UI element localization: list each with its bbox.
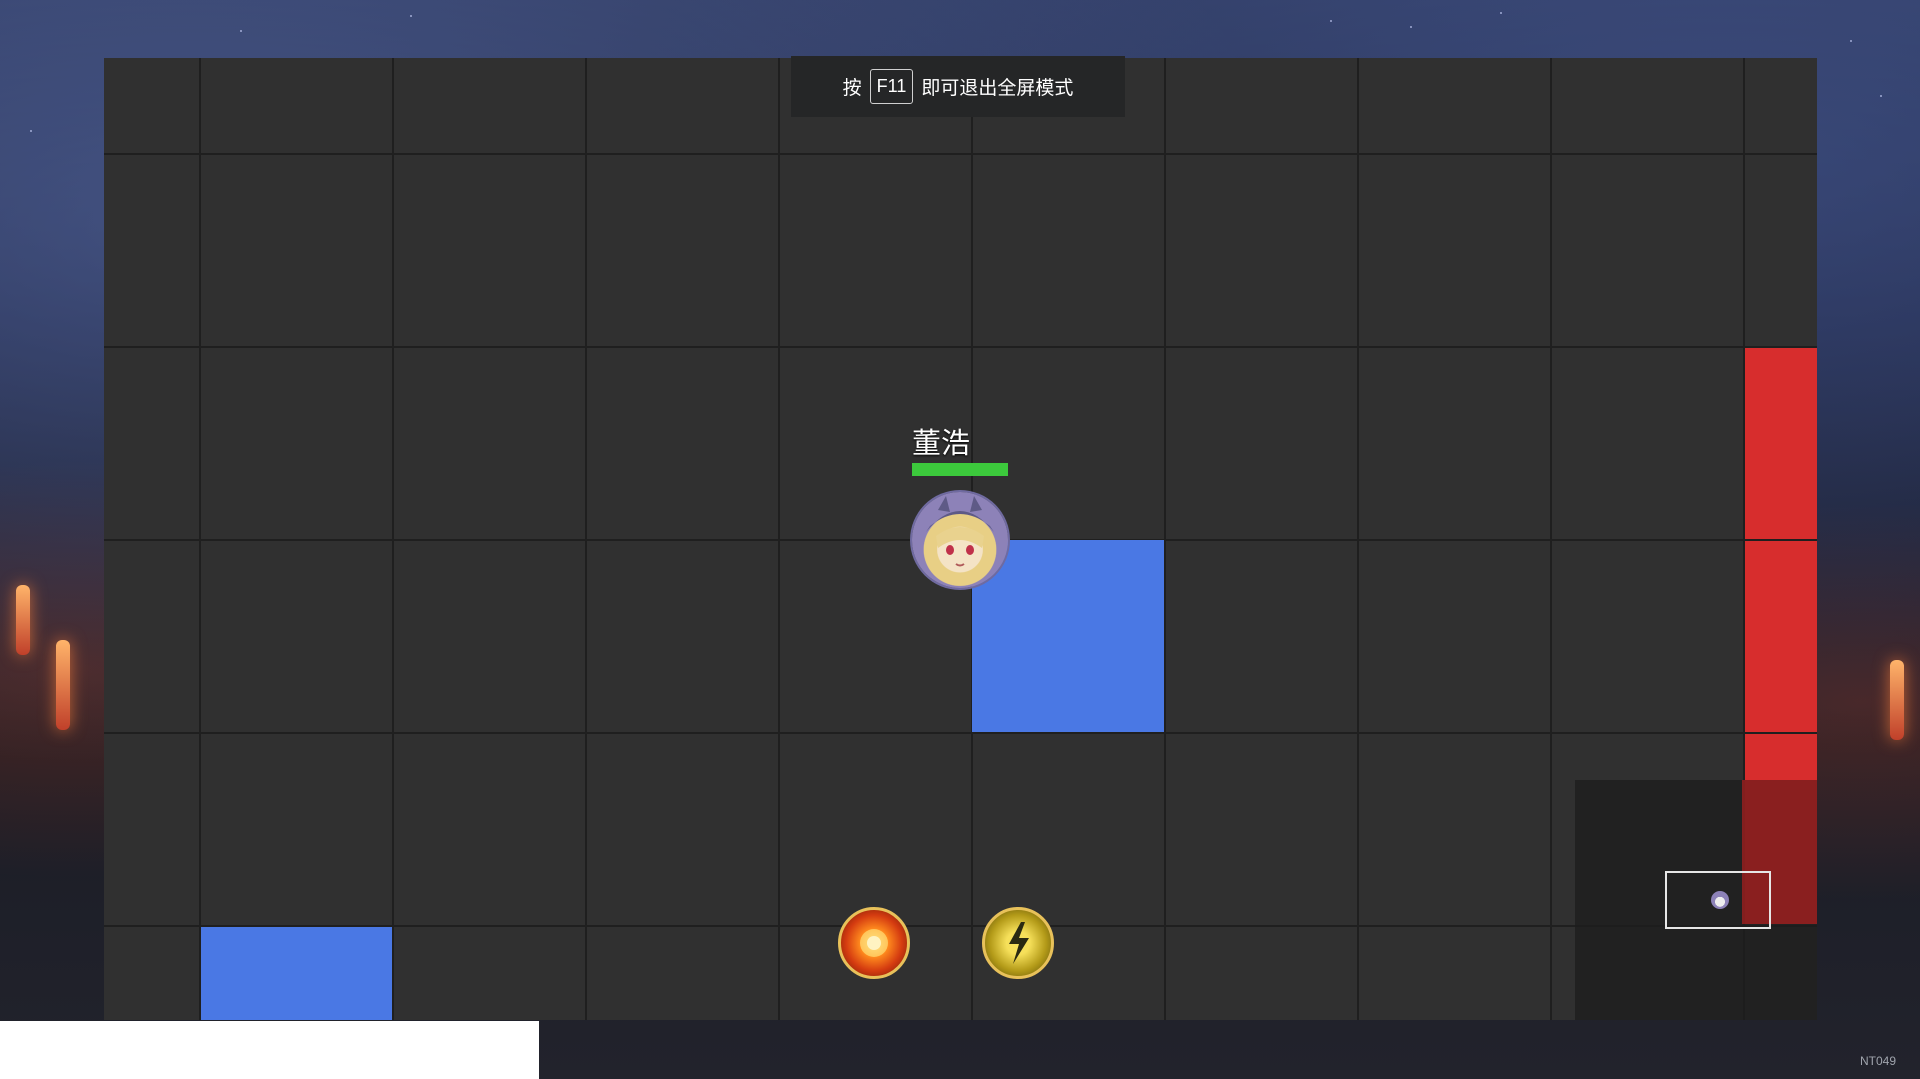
minimap-viewport-frame bbox=[1665, 871, 1771, 929]
blank-panel bbox=[0, 1021, 539, 1079]
fireball-icon bbox=[860, 929, 888, 957]
fireball-skill-button[interactable] bbox=[838, 907, 910, 979]
f11-key: F11 bbox=[869, 69, 914, 104]
player-health-bar bbox=[912, 463, 1008, 476]
player-avatar[interactable] bbox=[912, 492, 1008, 588]
player-health-fill bbox=[912, 463, 1008, 476]
fullscreen-exit-hint: 按 F11 即可退出全屏模式 bbox=[791, 56, 1125, 117]
lantern-decoration bbox=[16, 585, 30, 655]
lightning-skill-button[interactable] bbox=[982, 907, 1054, 979]
player-marker-icon bbox=[1711, 891, 1729, 909]
lightning-icon bbox=[1009, 922, 1029, 964]
player-name: 董浩 bbox=[912, 426, 971, 460]
lantern-decoration bbox=[56, 640, 70, 730]
hint-suffix: 即可退出全屏模式 bbox=[921, 77, 1074, 99]
corner-label: NT049 bbox=[1860, 1054, 1897, 1068]
blue-tile bbox=[201, 927, 392, 1020]
hint-prefix: 按 bbox=[842, 77, 862, 99]
lantern-decoration bbox=[1890, 660, 1904, 740]
anime-girl-avatar-icon bbox=[926, 496, 994, 567]
minimap[interactable] bbox=[1575, 780, 1817, 1020]
